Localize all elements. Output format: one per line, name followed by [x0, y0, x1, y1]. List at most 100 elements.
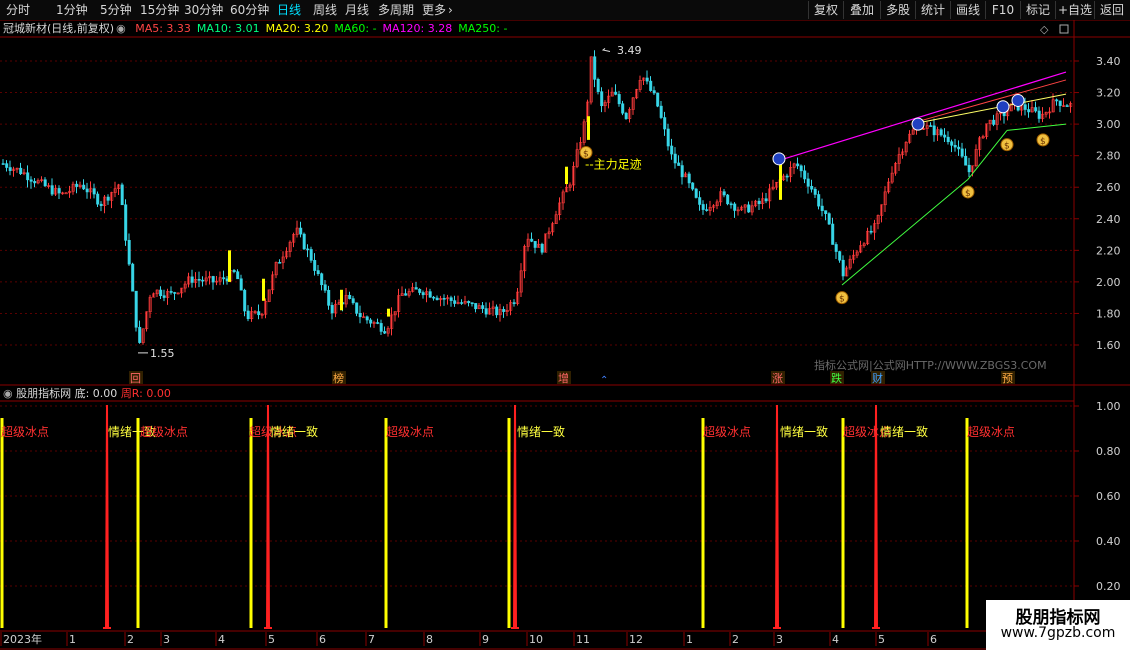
candle-body — [197, 279, 201, 281]
candle-body — [785, 175, 789, 178]
candle-body — [243, 289, 247, 312]
candle-body — [806, 178, 810, 187]
candle-body — [666, 128, 670, 147]
candle-body — [173, 292, 177, 294]
candle-body — [600, 91, 604, 107]
candle-body — [201, 279, 205, 282]
candle-body — [5, 163, 9, 168]
resistance-line-magenta — [778, 71, 1067, 161]
candle-body — [257, 311, 261, 316]
event-marker-label: 榜 — [333, 371, 344, 385]
candle-body — [449, 297, 453, 301]
event-marker-label: 回 — [130, 372, 141, 385]
time-axis-label: 4 — [218, 633, 225, 646]
candle-body — [302, 233, 306, 250]
candle-body — [299, 227, 303, 235]
candle-body — [677, 162, 681, 166]
candle-body — [645, 77, 649, 82]
time-axis-label: 11 — [576, 633, 590, 646]
candle-body — [162, 295, 166, 298]
candle-body — [869, 230, 873, 233]
time-axis-label: 9 — [482, 633, 489, 646]
price-tick-label: 1.80 — [1096, 307, 1121, 320]
time-axis-label: 1 — [686, 633, 693, 646]
candle-body — [540, 243, 544, 253]
candle-body — [831, 223, 835, 245]
candle-body — [85, 188, 89, 193]
candle-body — [481, 305, 485, 309]
ind-tick-label: 1.00 — [1096, 400, 1121, 413]
candle-body — [99, 203, 103, 206]
signal-label: 超级冰点 — [967, 424, 1015, 439]
candle-body — [327, 289, 331, 306]
candle-body — [1023, 104, 1027, 110]
candle-body — [953, 145, 957, 148]
candle-body — [757, 200, 761, 204]
candle-body — [1058, 100, 1062, 106]
candle-body — [124, 204, 128, 241]
candle-body — [92, 188, 96, 195]
candle-body — [414, 287, 418, 290]
indicator-di-value: 底: 0.00 — [74, 387, 118, 400]
yellow-candle — [387, 308, 390, 317]
candle-body — [278, 262, 282, 264]
candle-body — [838, 251, 842, 261]
candle-body — [964, 155, 968, 166]
candle-body — [533, 241, 537, 248]
kline-chart[interactable]: 3.40 3.20 3.00 2.80 2.60 2.40 2.20 2.00 1.80 1.60… — [0, 0, 1130, 650]
candle-body — [929, 125, 933, 127]
candle-body — [313, 260, 317, 271]
candle-body — [624, 112, 628, 119]
candle-body — [50, 185, 54, 195]
candle-body — [330, 305, 334, 314]
high-arrow-icon — [601, 47, 611, 53]
candle-body — [729, 203, 733, 206]
candle-body — [957, 146, 961, 150]
brand-url: www.7gpzb.com — [1000, 625, 1116, 641]
candle-body — [33, 181, 37, 184]
face-marker-icon — [1011, 93, 1025, 107]
time-axis-label: 10 — [529, 633, 543, 646]
candle-body — [236, 271, 240, 280]
candle-body — [817, 194, 821, 207]
candle-body — [460, 302, 464, 304]
candle-body — [484, 308, 488, 315]
yellow-candle — [565, 166, 568, 185]
candle-body — [376, 322, 380, 324]
candle-body — [698, 197, 702, 205]
candle-body — [428, 291, 432, 298]
money-bag-glyph: $ — [839, 295, 845, 305]
candle-body — [967, 164, 971, 173]
candle-body — [663, 117, 667, 130]
time-axis-label: 5 — [878, 633, 885, 646]
candle-body — [320, 273, 324, 286]
candle-body — [803, 170, 807, 180]
yellow-candle — [340, 289, 343, 311]
candle-body — [306, 248, 310, 251]
candle-body — [120, 184, 124, 206]
candle-body — [246, 310, 250, 320]
candle-body — [404, 293, 408, 296]
indicator-name: 股朋指标网 — [16, 387, 72, 400]
signal-label: 超级冰点 — [140, 424, 188, 439]
money-bag-glyph: $ — [965, 189, 971, 199]
candle-body — [323, 284, 327, 291]
yellow-candle — [262, 278, 265, 301]
candle-body — [64, 192, 68, 195]
time-axis-label: 6 — [930, 633, 937, 646]
price-tick-label: 3.40 — [1096, 55, 1121, 68]
indicator-zhouR-value: 周R: 0.00 — [120, 387, 171, 400]
candle-body — [232, 270, 236, 272]
candle-body — [827, 213, 831, 225]
collapse-circle-icon[interactable]: ◉ — [3, 387, 13, 400]
yellow-candle — [587, 116, 590, 140]
candle-body — [379, 323, 383, 332]
signal-label: 超级冰点 — [1, 424, 49, 439]
low-price-label: 1.55 — [150, 347, 175, 360]
candle-body — [733, 203, 737, 211]
candle-body — [614, 91, 618, 95]
window-icon — [1059, 24, 1069, 34]
signal-label: 情绪一致 — [270, 425, 318, 439]
candle-body — [596, 79, 600, 92]
high-price-label: 3.49 — [617, 44, 642, 57]
